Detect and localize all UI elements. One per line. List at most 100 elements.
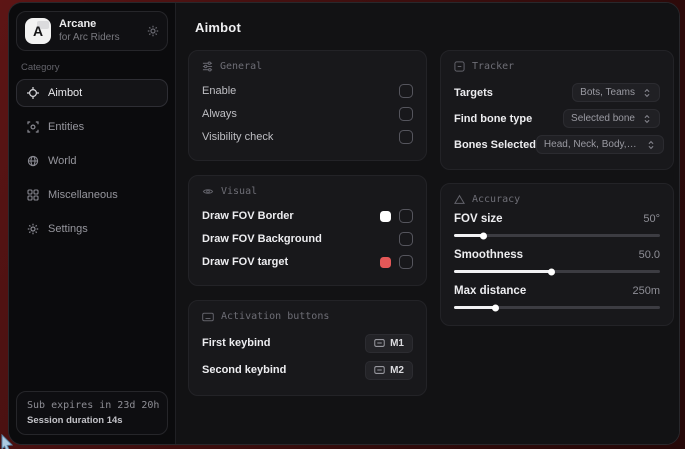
setting-row: Draw FOV Background (202, 228, 413, 250)
chevron-up-down-icon (646, 140, 656, 150)
enable-checkbox[interactable] (399, 84, 413, 98)
tracker-card: Tracker Targets Bots, Teams (440, 50, 674, 170)
slider-fill (454, 270, 551, 273)
keyboard-icon (374, 339, 385, 347)
sidebar-item-world[interactable]: World (16, 147, 168, 175)
sub-expires-text: Sub expires in 23d 20h (27, 400, 157, 411)
tracker-box-icon (454, 61, 465, 72)
sidebar-item-label: World (48, 155, 77, 167)
sidebar-item-settings[interactable]: Settings (16, 215, 168, 243)
setting-label: Enable (202, 85, 236, 97)
first-keybind-button[interactable]: M1 (365, 334, 413, 353)
setting-label: Targets (454, 87, 493, 99)
setting-row: Draw FOV Border (202, 205, 413, 227)
sidebar-item-label: Entities (48, 121, 84, 133)
fov-border-checkbox[interactable] (399, 209, 413, 223)
always-checkbox[interactable] (399, 107, 413, 121)
sidebar-item-entities[interactable]: Entities (16, 113, 168, 141)
fov-size-slider[interactable] (454, 234, 660, 237)
second-keybind-button[interactable]: M2 (365, 361, 413, 380)
slider-fill (454, 234, 483, 237)
activation-card-header: Activation buttons (202, 311, 413, 322)
smoothness-slider[interactable] (454, 270, 660, 273)
color-swatch[interactable] (380, 211, 391, 222)
setting-label: Bones Selected (454, 139, 536, 151)
bones-selected-dropdown[interactable]: Head, Neck, Body, Pe.. (536, 135, 664, 154)
chevron-up-down-icon (642, 88, 652, 98)
app-logo: A (25, 18, 51, 44)
setting-label: Draw FOV Border (202, 210, 294, 222)
setting-label: Draw FOV target (202, 256, 288, 268)
sidebar: A Arcane for Arc Riders Category (9, 3, 176, 444)
setting-row: Bones Selected Head, Neck, Body, Pe.. (454, 132, 660, 157)
entities-scan-icon (26, 121, 39, 133)
sidebar-item-label: Settings (48, 223, 88, 235)
setting-label: Visibility check (202, 131, 273, 143)
app-title: Arcane (59, 18, 139, 32)
visual-card: Visual Draw FOV Border Draw FOV Backgrou… (188, 175, 427, 286)
slider-row: Smoothness 50.0 (454, 249, 660, 273)
accuracy-card-header: Accuracy (454, 194, 660, 205)
accuracy-card: Accuracy FOV size 50° (440, 183, 674, 326)
general-card: General Enable Always Visibility check (188, 50, 427, 161)
eye-icon (202, 186, 214, 197)
category-label: Category (21, 62, 163, 73)
game-background: A Arcane for Arc Riders Category (0, 0, 685, 449)
slider-label: Max distance (454, 285, 526, 297)
slider-value: 50° (643, 213, 660, 225)
cheat-menu-window: A Arcane for Arc Riders Category (8, 2, 680, 445)
targets-dropdown[interactable]: Bots, Teams (572, 83, 660, 102)
brand-card: A Arcane for Arc Riders (16, 11, 168, 51)
sidebar-item-aimbot[interactable]: Aimbot (16, 79, 168, 107)
slider-label: FOV size (454, 213, 503, 225)
sliders-icon (202, 61, 213, 72)
slider-row: Max distance 250m (454, 285, 660, 309)
crosshair-icon (26, 87, 39, 99)
page-title: Aimbot (195, 20, 674, 35)
sidebar-item-miscellaneous[interactable]: Miscellaneous (16, 181, 168, 209)
slider-value: 50.0 (639, 249, 660, 261)
globe-icon (26, 155, 39, 167)
visual-card-header: Visual (202, 186, 413, 197)
brand-text: Arcane for Arc Riders (59, 18, 139, 44)
setting-row: Enable (202, 80, 413, 102)
general-card-header: General (202, 61, 413, 72)
visibility-check-checkbox[interactable] (399, 130, 413, 144)
fov-target-checkbox[interactable] (399, 255, 413, 269)
setting-label: Draw FOV Background (202, 233, 322, 245)
keyboard-icon (202, 312, 214, 322)
slider-fill (454, 306, 495, 309)
activation-card: Activation buttons First keybind M1 (188, 300, 427, 396)
chevron-up-down-icon (642, 114, 652, 124)
slider-row: FOV size 50° (454, 213, 660, 237)
setting-row: Find bone type Selected bone (454, 106, 660, 131)
setting-row: Draw FOV target (202, 251, 413, 273)
main-content: Aimbot General Enable (176, 3, 680, 444)
session-duration-text: Session duration 14s (27, 415, 157, 426)
setting-label: Second keybind (202, 364, 286, 376)
gear-icon[interactable] (147, 25, 159, 37)
app-subtitle: for Arc Riders (59, 32, 139, 45)
find-bone-type-dropdown[interactable]: Selected bone (563, 109, 660, 128)
fov-background-checkbox[interactable] (399, 232, 413, 246)
color-swatch[interactable] (380, 257, 391, 268)
keyboard-icon (374, 366, 385, 374)
grid-icon (26, 189, 39, 201)
setting-row: First keybind M1 (202, 330, 413, 356)
max-distance-slider[interactable] (454, 306, 660, 309)
setting-label: Always (202, 108, 237, 120)
setting-row: Targets Bots, Teams (454, 80, 660, 105)
mouse-cursor-icon (0, 434, 16, 449)
subscription-status-box: Sub expires in 23d 20h Session duration … (16, 391, 168, 435)
tracker-card-header: Tracker (454, 61, 660, 72)
slider-value: 250m (632, 285, 660, 297)
gear-icon (26, 223, 39, 235)
slider-label: Smoothness (454, 249, 523, 261)
setting-label: First keybind (202, 337, 270, 349)
setting-label: Find bone type (454, 113, 532, 125)
setting-row: Visibility check (202, 126, 413, 148)
setting-row: Always (202, 103, 413, 125)
logo-initial: A (33, 23, 43, 39)
sidebar-item-label: Miscellaneous (48, 189, 118, 201)
sidebar-item-label: Aimbot (48, 87, 82, 99)
